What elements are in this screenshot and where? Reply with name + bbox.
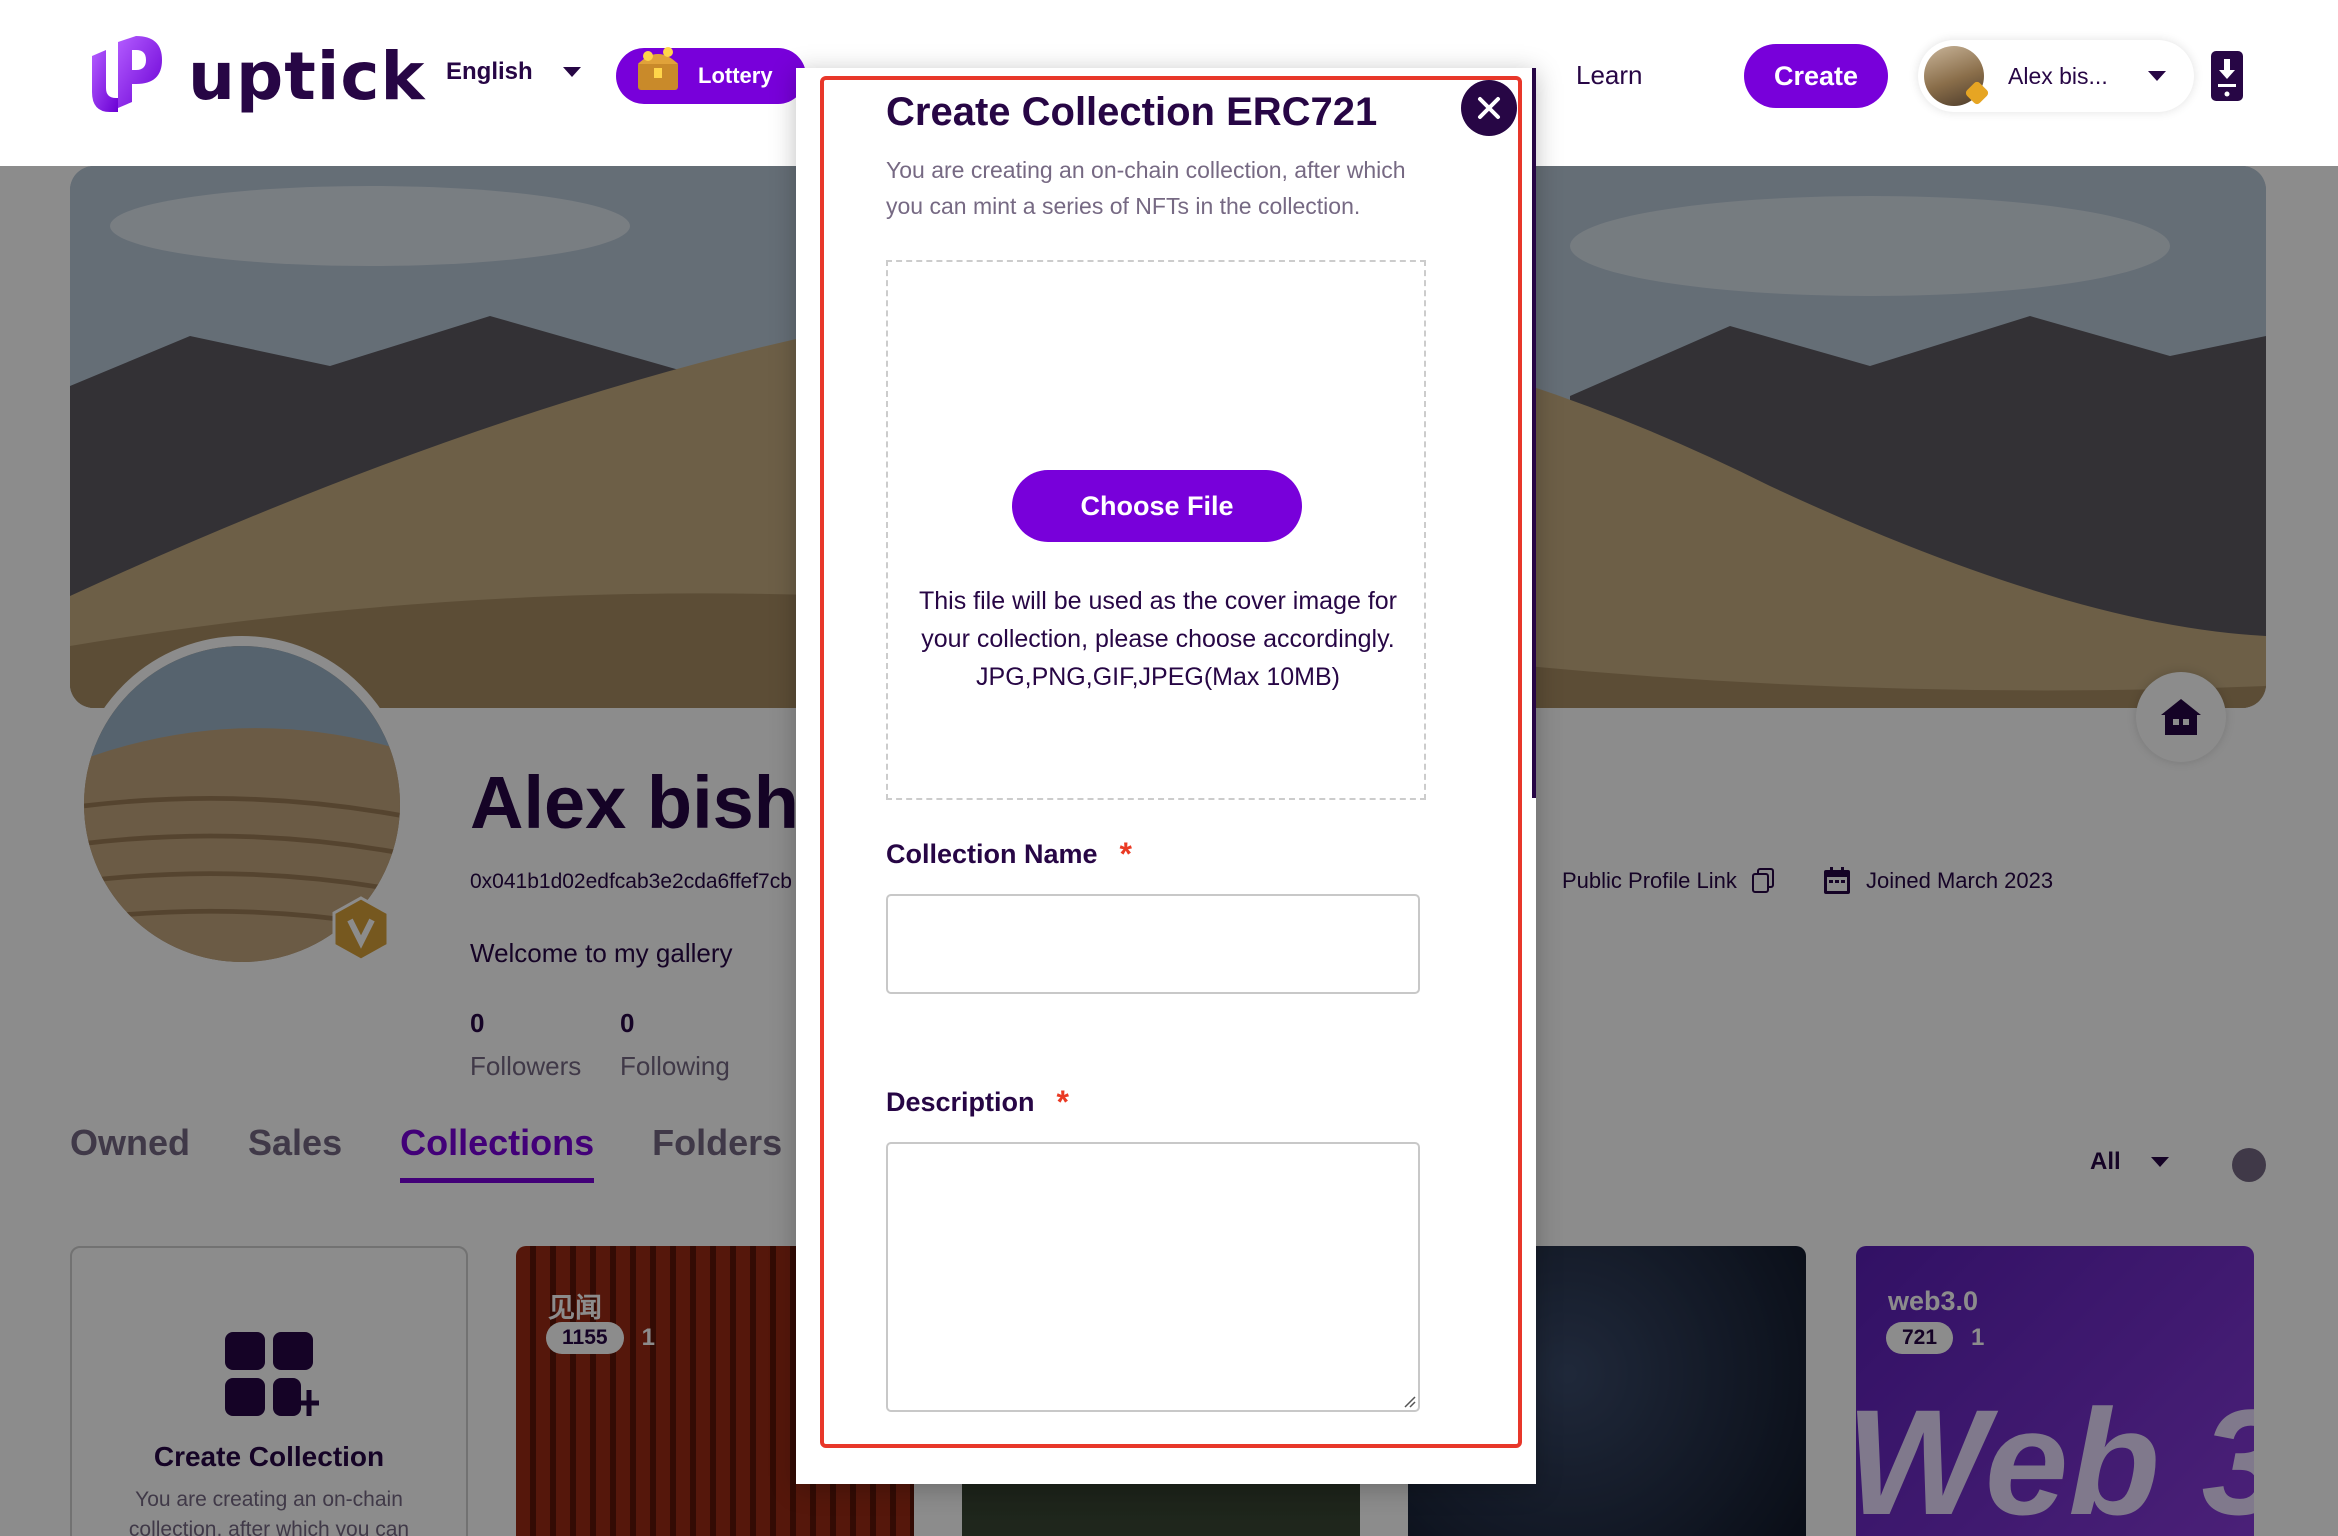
- description-textarea[interactable]: [886, 1142, 1420, 1412]
- modal-subtitle: You are creating an on-chain collection,…: [886, 157, 1406, 219]
- cover-upload-area[interactable]: Choose File This file will be used as th…: [886, 260, 1426, 800]
- caret-down-icon: [2148, 71, 2166, 81]
- create-collection-modal: Create Collection ERC721 You are creatin…: [796, 68, 1536, 1484]
- resize-grip-icon[interactable]: [1402, 1394, 1416, 1408]
- collection-name-input[interactable]: [886, 894, 1420, 994]
- language-selector[interactable]: English: [446, 58, 581, 86]
- treasure-chest-icon: [638, 47, 678, 90]
- logo-text: uptick: [188, 37, 426, 115]
- logo-mark-icon: [92, 36, 162, 112]
- lottery-label: Lottery: [698, 63, 773, 88]
- close-button[interactable]: [1461, 80, 1517, 136]
- user-menu[interactable]: Alex bis...: [1918, 40, 2194, 112]
- choose-file-button[interactable]: Choose File: [1012, 470, 1302, 542]
- description-label-text: Description: [886, 1087, 1035, 1117]
- caret-down-icon: [562, 67, 581, 77]
- language-label: English: [446, 58, 533, 85]
- required-asterisk: *: [1056, 1084, 1069, 1120]
- verified-badge-icon: [1964, 80, 1990, 106]
- avatar: [1924, 46, 1990, 106]
- learn-link[interactable]: Learn: [1576, 60, 1643, 91]
- description-label: Description *: [886, 1084, 1069, 1121]
- modal-scrollbar[interactable]: [1532, 68, 1536, 798]
- user-name: Alex bis...: [2008, 62, 2108, 89]
- close-icon: [1478, 97, 1500, 119]
- collection-name-label-text: Collection Name: [886, 839, 1098, 869]
- create-button[interactable]: Create: [1744, 44, 1888, 108]
- modal-title: Create Collection ERC721: [886, 90, 1378, 134]
- upload-hint: This file will be used as the cover imag…: [919, 587, 1397, 691]
- required-asterisk: *: [1119, 836, 1132, 872]
- download-app-icon[interactable]: [2210, 50, 2244, 102]
- lottery-button[interactable]: Lottery: [616, 47, 806, 104]
- uptick-logo[interactable]: uptick: [88, 36, 425, 116]
- collection-name-label: Collection Name *: [886, 836, 1132, 873]
